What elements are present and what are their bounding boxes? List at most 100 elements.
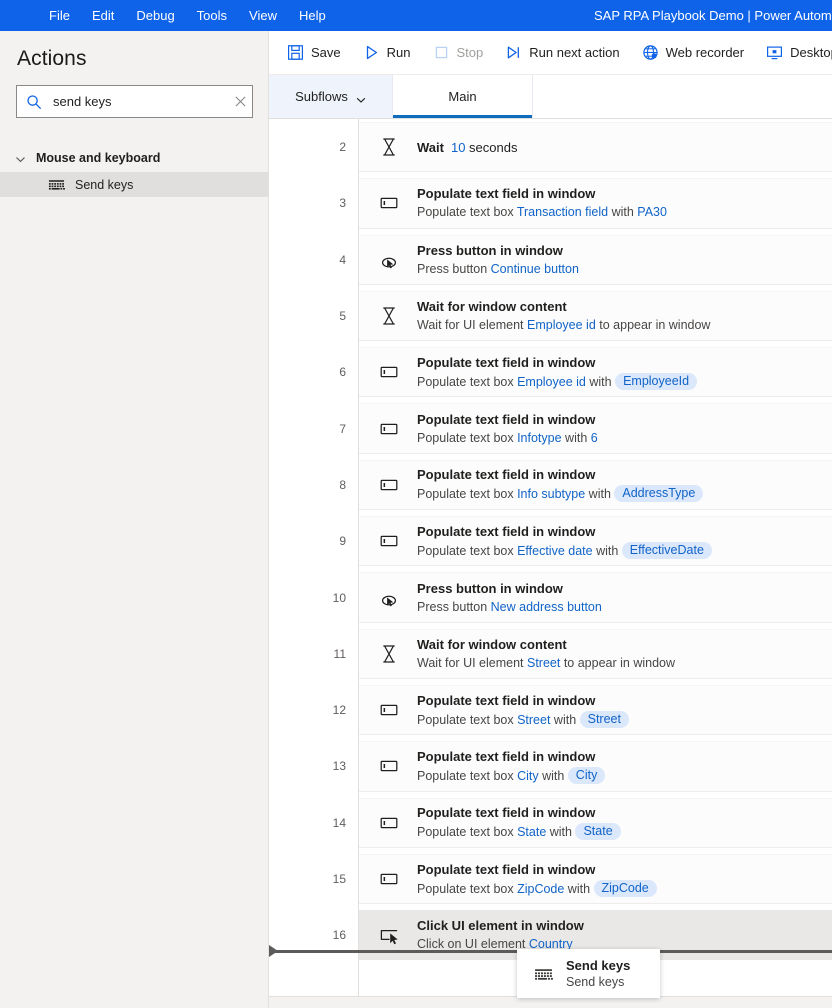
row-number: 7 <box>269 400 346 456</box>
menu-item-edit[interactable]: Edit <box>81 4 125 27</box>
row-gutter-spacer <box>346 738 359 794</box>
action-card-subtitle: Press button Continue button <box>417 261 579 278</box>
run-next-action-button[interactable]: Run next action <box>496 37 628 69</box>
flow-row[interactable]: 7 Populate text field in windowPopulate t… <box>269 400 832 456</box>
action-parameter-link[interactable]: Infotype <box>517 431 561 445</box>
action-card-text: Populate text field in windowPopulate te… <box>417 748 605 785</box>
action-parameter-link[interactable]: New address button <box>491 600 602 614</box>
actions-group-mouse-and-keyboard[interactable]: Mouse and keyboard <box>0 145 269 170</box>
menu-item-tools[interactable]: Tools <box>186 4 238 27</box>
save-button-label: Save <box>311 45 341 60</box>
sidebar-action-send-keys[interactable]: Send keys <box>0 172 269 197</box>
action-card[interactable]: Populate text field in windowPopulate te… <box>359 798 832 848</box>
action-parameter-link[interactable]: City <box>517 769 539 783</box>
desktop-recorder-button[interactable]: Desktop recorder <box>757 37 832 69</box>
action-card-subtitle: Press button New address button <box>417 599 602 616</box>
row-gutter-spacer <box>346 795 359 851</box>
flow-row[interactable]: 9 Populate text field in windowPopulate t… <box>269 513 832 569</box>
variable-chip[interactable]: State <box>575 823 620 840</box>
action-card-inline-value: 10 seconds <box>451 140 518 155</box>
action-card[interactable]: Wait for window contentWait for UI eleme… <box>359 291 832 341</box>
variable-chip[interactable]: Street <box>580 711 629 728</box>
action-parameter-link[interactable]: State <box>517 825 546 839</box>
variable-chip[interactable]: ZipCode <box>594 880 657 897</box>
button-press-icon <box>378 587 400 609</box>
action-card[interactable]: Populate text field in windowPopulate te… <box>359 347 832 397</box>
menu-item-debug[interactable]: Debug <box>125 4 185 27</box>
drag-ghost-card[interactable]: Send keys Send keys <box>517 949 660 998</box>
flow-row[interactable]: 6Populate text field in windowPopulate t… <box>269 344 832 400</box>
action-parameter-link[interactable]: 6 <box>591 431 598 445</box>
flow-row[interactable]: 2 Wait10 seconds <box>269 119 832 175</box>
variable-chip[interactable]: AddressType <box>614 485 703 502</box>
row-gutter-spacer <box>346 682 359 738</box>
action-parameter-link[interactable]: PA30 <box>637 205 667 219</box>
row-number: 2 <box>269 119 346 175</box>
flow-row[interactable]: 14Populate text field in windowPopulate … <box>269 795 832 851</box>
hourglass-icon <box>378 643 400 665</box>
action-card-title: Press button in window <box>417 242 579 259</box>
action-card[interactable]: Populate text field in windowPopulate te… <box>359 178 832 228</box>
flow-row[interactable]: 4Press button in windowPress button Cont… <box>269 232 832 288</box>
action-card-title: Populate text field in window <box>417 804 621 821</box>
action-card-text: Click UI element in windowClick on UI el… <box>417 917 584 953</box>
row-gutter-spacer <box>346 626 359 682</box>
variable-chip[interactable]: EffectiveDate <box>622 542 712 559</box>
action-card[interactable]: Populate text field in windowPopulate te… <box>359 685 832 735</box>
actions-panel: Actions Mouse and keyboard <box>0 31 269 1008</box>
flow-row[interactable]: 11 Wait for window contentWait for UI ele… <box>269 626 832 682</box>
action-card-title: Wait for window content <box>417 636 675 653</box>
button-press-icon <box>378 249 400 271</box>
action-parameter-link[interactable]: Employee id <box>527 318 596 332</box>
action-static-text: Populate text box <box>417 882 517 896</box>
clear-search-icon[interactable] <box>229 86 252 117</box>
variable-chip[interactable]: City <box>568 767 606 784</box>
action-card[interactable]: Populate text field in windowPopulate te… <box>359 854 832 904</box>
desktop-recorder-button-label: Desktop recorder <box>790 45 832 60</box>
action-card[interactable]: Populate text field in windowPopulate te… <box>359 460 832 510</box>
action-parameter-link[interactable]: Continue button <box>491 262 579 276</box>
click-ui-element-icon <box>378 924 400 946</box>
menu-item-view[interactable]: View <box>238 4 288 27</box>
action-card-text: Populate text field in windowPopulate te… <box>417 861 657 898</box>
keyboard-icon <box>534 966 553 982</box>
action-parameter-link[interactable]: Street <box>517 713 550 727</box>
tab-main[interactable]: Main <box>393 75 533 118</box>
tab-subflows[interactable]: Subflows <box>269 75 393 118</box>
variable-chip[interactable]: EmployeeId <box>615 373 697 390</box>
action-parameter-link[interactable]: Employee id <box>517 375 586 389</box>
action-card-subtitle: Populate text box Info subtype with Addr… <box>417 485 703 503</box>
web-recorder-button[interactable]: Web recorder <box>633 37 754 69</box>
row-gutter-spacer <box>346 513 359 569</box>
tab-main-label: Main <box>448 89 476 104</box>
action-parameter-link[interactable]: Street <box>527 656 560 670</box>
action-card[interactable]: Press button in window Press button Conti… <box>359 235 832 285</box>
action-card[interactable]: Populate text field in windowPopulate te… <box>359 741 832 791</box>
action-parameter-link[interactable]: Transaction field <box>517 205 608 219</box>
action-card[interactable]: Populate text field in windowPopulate te… <box>359 516 832 566</box>
action-card[interactable]: Populate text field in windowPopulate te… <box>359 403 832 453</box>
run-button[interactable]: Run <box>354 37 420 69</box>
flow-row[interactable]: 10Press button in windowPress button New… <box>269 569 832 625</box>
flow-row[interactable]: 8Populate text field in windowPopulate t… <box>269 457 832 513</box>
flow-row[interactable]: 15Populate text field in windowPopulate … <box>269 851 832 907</box>
action-card[interactable]: Wait for window contentWait for UI eleme… <box>359 629 832 679</box>
flow-row[interactable]: 5Wait for window contentWait for UI elem… <box>269 288 832 344</box>
action-parameter-link[interactable]: ZipCode <box>517 882 564 896</box>
flow-row[interactable]: 3Populate text field in windowPopulate t… <box>269 175 832 231</box>
menu-item-help[interactable]: Help <box>288 4 337 27</box>
flow-row[interactable]: 13Populate text field in windowPopulate … <box>269 738 832 794</box>
action-parameter-link[interactable]: Info subtype <box>517 487 585 501</box>
flow-row[interactable]: 12Populate text field in windowPopulate … <box>269 682 832 738</box>
actions-search-box[interactable] <box>16 85 253 118</box>
action-card[interactable]: Press button in windowPress button New a… <box>359 572 832 622</box>
row-number: 9 <box>269 513 346 569</box>
search-input[interactable] <box>53 94 229 109</box>
save-button[interactable]: Save <box>278 37 350 69</box>
action-parameter-link[interactable]: Effective date <box>517 544 593 558</box>
action-card[interactable]: Wait10 seconds <box>359 122 832 172</box>
globe-icon <box>642 44 659 61</box>
menu-item-file[interactable]: File <box>38 4 81 27</box>
action-card-text: Press button in window Press button Conti… <box>417 242 579 278</box>
row-number: 11 <box>269 626 346 682</box>
